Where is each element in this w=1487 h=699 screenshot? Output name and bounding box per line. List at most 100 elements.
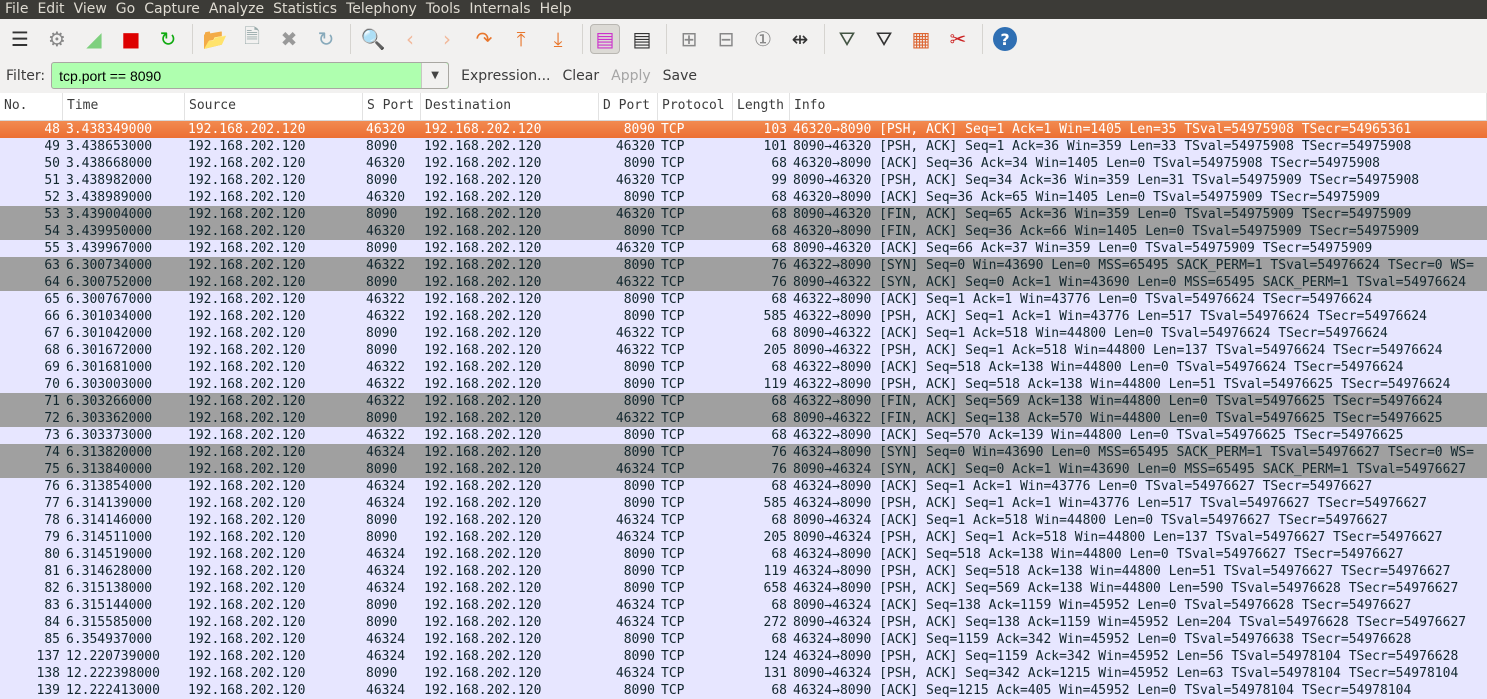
column-header-info[interactable]: Info — [790, 93, 1487, 120]
capture-filters-button[interactable]: ⛛ — [832, 24, 862, 54]
packet-row[interactable]: 55 3.439967000 192.168.202.120 8090 192.168.… — [0, 240, 1487, 257]
stop-capture-button[interactable]: ■ — [116, 24, 146, 54]
packet-row[interactable]: 76 6.313854000 192.168.202.120 46324 192.168… — [0, 478, 1487, 495]
packet-row[interactable]: 75 6.313840000 192.168.202.120 8090 192.168.… — [0, 461, 1487, 478]
go-first-icon: ⤒ — [516, 27, 526, 51]
save-file-button[interactable]: 🗎 — [237, 24, 267, 54]
packet-row-selected[interactable]: 48 3.438349000 192.168.202.120 46320 192.168… — [0, 121, 1487, 138]
menu-tools[interactable]: Tools — [421, 0, 465, 19]
menu-capture[interactable]: Capture — [139, 0, 204, 19]
auto-scroll-button[interactable]: ▤ — [627, 24, 657, 54]
cell-length: 205 — [763, 530, 787, 545]
packet-row[interactable]: 79 6.314511000 192.168.202.120 8090 192.168.… — [0, 529, 1487, 546]
filter-input[interactable] — [52, 63, 422, 88]
packet-row[interactable]: 73 6.303373000 192.168.202.120 46322 192.168… — [0, 427, 1487, 444]
packet-row[interactable]: 82 6.315138000 192.168.202.120 46324 192.168… — [0, 580, 1487, 597]
packet-row[interactable]: 64 6.300752000 192.168.202.120 8090 192.168.… — [0, 274, 1487, 291]
start-capture-button[interactable]: ◢ — [79, 24, 109, 54]
menu-file[interactable]: File — [0, 0, 32, 19]
column-header-sport[interactable]: S Port — [363, 93, 421, 120]
menu-help[interactable]: Help — [535, 0, 576, 19]
packet-row[interactable]: 50 3.438668000 192.168.202.120 46320 192.168… — [0, 155, 1487, 172]
find-packet-button[interactable]: 🔍 — [358, 24, 388, 54]
close-file-button[interactable]: ✖ — [274, 24, 304, 54]
column-header-dport[interactable]: D Port — [599, 93, 658, 120]
packet-row[interactable]: 70 6.303003000 192.168.202.120 46322 192.168… — [0, 376, 1487, 393]
apply-button[interactable]: Apply — [611, 68, 651, 84]
go-to-packet-button[interactable]: ↷ — [469, 24, 499, 54]
packet-row[interactable]: 53 3.439004000 192.168.202.120 8090 192.168.… — [0, 206, 1487, 223]
normal-size-button[interactable]: ① — [748, 24, 778, 54]
menu-telephony[interactable]: Telephony — [341, 0, 421, 19]
cell-protocol: TCP — [661, 683, 685, 698]
packet-row[interactable]: 77 6.314139000 192.168.202.120 46324 192.168… — [0, 495, 1487, 512]
go-last-button[interactable]: ⤓ — [543, 24, 573, 54]
restart-capture-button[interactable]: ↻ — [153, 24, 183, 54]
save-button[interactable]: Save — [663, 68, 697, 84]
cell-dport: 8090 — [623, 632, 655, 647]
cell-info: 46320→8090 [ACK] Seq=36 Ack=34 Win=1405 … — [793, 156, 1380, 171]
packet-row[interactable]: 72 6.303362000 192.168.202.120 8090 192.168.… — [0, 410, 1487, 427]
packet-row[interactable]: 66 6.301034000 192.168.202.120 46322 192.168… — [0, 308, 1487, 325]
packet-row[interactable]: 51 3.438982000 192.168.202.120 8090 192.168.… — [0, 172, 1487, 189]
go-back-button[interactable]: ‹ — [395, 24, 425, 54]
preferences-button[interactable]: ✂ — [943, 24, 973, 54]
cell-time: 6.314628000 — [66, 564, 153, 579]
zoom-in-button[interactable]: ⊞ — [674, 24, 704, 54]
packet-row[interactable]: 69 6.301681000 192.168.202.120 46322 192.168… — [0, 359, 1487, 376]
cell-dport: 8090 — [623, 649, 655, 664]
filter-combobox[interactable]: ▼ — [51, 62, 450, 89]
clear-button[interactable]: Clear — [563, 68, 600, 84]
packet-row[interactable]: 138 12.222398000 192.168.202.120 8090 192.16… — [0, 665, 1487, 682]
display-filters-button[interactable]: ⛛ — [869, 24, 899, 54]
menu-statistics[interactable]: Statistics — [268, 0, 341, 19]
capture-options-button[interactable]: ⚙ — [42, 24, 72, 54]
packet-row[interactable]: 83 6.315144000 192.168.202.120 8090 192.168.… — [0, 597, 1487, 614]
packet-row[interactable]: 139 12.222413000 192.168.202.120 46324 192.1… — [0, 682, 1487, 699]
expression-button[interactable]: Expression... — [461, 68, 550, 84]
packet-row[interactable]: 85 6.354937000 192.168.202.120 46324 192.168… — [0, 631, 1487, 648]
column-header-source[interactable]: Source — [185, 93, 363, 120]
packet-row[interactable]: 84 6.315585000 192.168.202.120 8090 192.168.… — [0, 614, 1487, 631]
resize-columns-button[interactable]: ⇹ — [785, 24, 815, 54]
cell-length: 68 — [771, 632, 787, 647]
packet-row[interactable]: 65 6.300767000 192.168.202.120 46322 192.168… — [0, 291, 1487, 308]
menu-view[interactable]: View — [69, 0, 111, 19]
column-header-no[interactable]: No. — [0, 93, 63, 120]
colorize-button[interactable]: ▤ — [590, 24, 620, 54]
packet-row[interactable]: 81 6.314628000 192.168.202.120 46324 192.168… — [0, 563, 1487, 580]
coloring-rules-button[interactable]: ▦ — [906, 24, 936, 54]
packet-row[interactable]: 80 6.314519000 192.168.202.120 46324 192.168… — [0, 546, 1487, 563]
column-header-time[interactable]: Time — [63, 93, 185, 120]
reload-button[interactable]: ↻ — [311, 24, 341, 54]
cell-info: 46320→8090 [ACK] Seq=36 Ack=65 Win=1405 … — [793, 190, 1380, 205]
packet-row[interactable]: 137 12.220739000 192.168.202.120 46324 192.1… — [0, 648, 1487, 665]
packet-list[interactable]: No. Time Source S Port Destination D Port Prot… — [0, 93, 1487, 699]
menu-go[interactable]: Go — [111, 0, 139, 19]
column-header-length[interactable]: Length — [733, 93, 790, 120]
packet-row[interactable]: 52 3.438989000 192.168.202.120 46320 192.168… — [0, 189, 1487, 206]
column-header-destination[interactable]: Destination — [421, 93, 599, 120]
menu-internals[interactable]: Internals — [464, 0, 534, 19]
packet-row[interactable]: 67 6.301042000 192.168.202.120 8090 192.168.… — [0, 325, 1487, 342]
column-header-protocol[interactable]: Protocol — [658, 93, 733, 120]
packet-row[interactable]: 68 6.301672000 192.168.202.120 8090 192.168.… — [0, 342, 1487, 359]
menu-analyze[interactable]: Analyze — [204, 0, 268, 19]
packet-row[interactable]: 78 6.314146000 192.168.202.120 8090 192.168.… — [0, 512, 1487, 529]
packet-row[interactable]: 74 6.313820000 192.168.202.120 46324 192.168… — [0, 444, 1487, 461]
packet-row[interactable]: 54 3.439950000 192.168.202.120 46320 192.168… — [0, 223, 1487, 240]
packet-row[interactable]: 49 3.438653000 192.168.202.120 8090 192.168.… — [0, 138, 1487, 155]
open-file-button[interactable]: 📂 — [200, 24, 230, 54]
packet-row[interactable]: 71 6.303266000 192.168.202.120 46322 192.168… — [0, 393, 1487, 410]
packet-list-header: No. Time Source S Port Destination D Port Prot… — [0, 93, 1487, 121]
packet-row[interactable]: 63 6.300734000 192.168.202.120 46322 192.168… — [0, 257, 1487, 274]
cell-time: 12.222398000 — [66, 666, 160, 681]
menu-edit[interactable]: Edit — [32, 0, 68, 19]
help-button[interactable]: ? — [990, 24, 1020, 54]
zoom-out-button[interactable]: ⊟ — [711, 24, 741, 54]
interface-list-button[interactable]: ☰ — [5, 24, 35, 54]
go-forward-button[interactable]: › — [432, 24, 462, 54]
cell-protocol: TCP — [661, 615, 685, 630]
go-first-button[interactable]: ⤒ — [506, 24, 536, 54]
chevron-down-icon[interactable]: ▼ — [421, 63, 449, 88]
